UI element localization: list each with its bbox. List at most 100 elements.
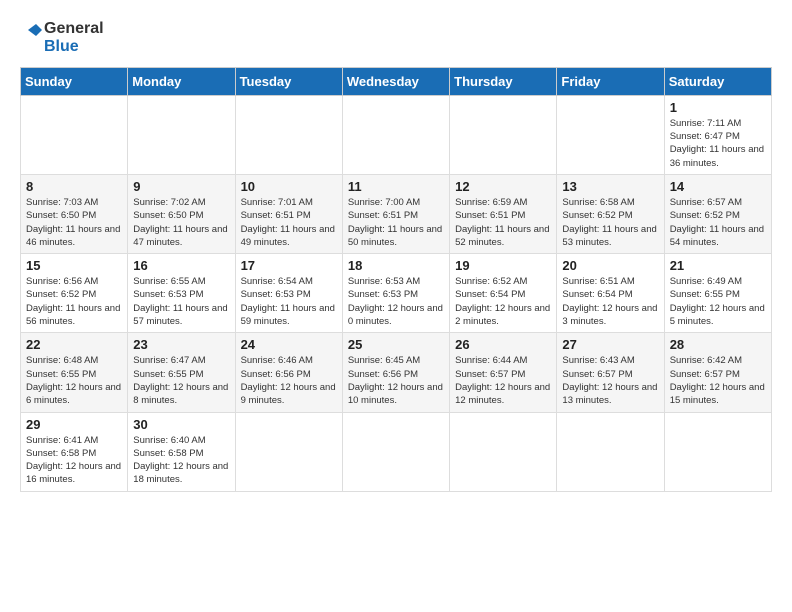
day-cell-27: 27 Sunrise: 6:43 AM Sunset: 6:57 PM Dayl… [557, 333, 664, 412]
day-cell-24: 24 Sunrise: 6:46 AM Sunset: 6:56 PM Dayl… [235, 333, 342, 412]
week-row-4: 22 Sunrise: 6:48 AM Sunset: 6:55 PM Dayl… [21, 333, 772, 412]
day-cell-13: 13 Sunrise: 6:58 AM Sunset: 6:52 PM Dayl… [557, 174, 664, 253]
empty-cell [342, 412, 449, 491]
day-info: Sunrise: 6:43 AM Sunset: 6:57 PM Dayligh… [562, 354, 658, 407]
day-cell-30: 30 Sunrise: 6:40 AM Sunset: 6:58 PM Dayl… [128, 412, 235, 491]
day-number: 23 [133, 337, 229, 352]
day-number: 21 [670, 258, 766, 273]
empty-cell [235, 412, 342, 491]
day-info: Sunrise: 6:46 AM Sunset: 6:56 PM Dayligh… [241, 354, 337, 407]
logo: General Blue [20, 20, 104, 57]
day-number: 13 [562, 179, 658, 194]
day-cell-10: 10 Sunrise: 7:01 AM Sunset: 6:51 PM Dayl… [235, 174, 342, 253]
calendar-header-row: SundayMondayTuesdayWednesdayThursdayFrid… [21, 67, 772, 95]
day-number: 1 [670, 100, 766, 115]
day-cell-12: 12 Sunrise: 6:59 AM Sunset: 6:51 PM Dayl… [450, 174, 557, 253]
day-info: Sunrise: 6:51 AM Sunset: 6:54 PM Dayligh… [562, 275, 658, 328]
day-header-saturday: Saturday [664, 67, 771, 95]
empty-cell [450, 412, 557, 491]
week-row-3: 15 Sunrise: 6:56 AM Sunset: 6:52 PM Dayl… [21, 254, 772, 333]
day-cell-28: 28 Sunrise: 6:42 AM Sunset: 6:57 PM Dayl… [664, 333, 771, 412]
day-number: 20 [562, 258, 658, 273]
day-info: Sunrise: 7:03 AM Sunset: 6:50 PM Dayligh… [26, 196, 122, 249]
day-number: 30 [133, 417, 229, 432]
day-header-friday: Friday [557, 67, 664, 95]
day-number: 9 [133, 179, 229, 194]
day-info: Sunrise: 7:00 AM Sunset: 6:51 PM Dayligh… [348, 196, 444, 249]
day-cell-26: 26 Sunrise: 6:44 AM Sunset: 6:57 PM Dayl… [450, 333, 557, 412]
day-header-wednesday: Wednesday [342, 67, 449, 95]
day-info: Sunrise: 6:55 AM Sunset: 6:53 PM Dayligh… [133, 275, 229, 328]
day-info: Sunrise: 6:49 AM Sunset: 6:55 PM Dayligh… [670, 275, 766, 328]
day-info: Sunrise: 6:44 AM Sunset: 6:57 PM Dayligh… [455, 354, 551, 407]
day-number: 16 [133, 258, 229, 273]
day-info: Sunrise: 6:59 AM Sunset: 6:51 PM Dayligh… [455, 196, 551, 249]
day-number: 14 [670, 179, 766, 194]
logo-bird-icon [20, 20, 42, 56]
week-row-2: 8 Sunrise: 7:03 AM Sunset: 6:50 PM Dayli… [21, 174, 772, 253]
day-cell-11: 11 Sunrise: 7:00 AM Sunset: 6:51 PM Dayl… [342, 174, 449, 253]
day-info: Sunrise: 6:57 AM Sunset: 6:52 PM Dayligh… [670, 196, 766, 249]
day-cell-9: 9 Sunrise: 7:02 AM Sunset: 6:50 PM Dayli… [128, 174, 235, 253]
day-cell-14: 14 Sunrise: 6:57 AM Sunset: 6:52 PM Dayl… [664, 174, 771, 253]
day-info: Sunrise: 6:53 AM Sunset: 6:53 PM Dayligh… [348, 275, 444, 328]
day-number: 15 [26, 258, 122, 273]
day-number: 29 [26, 417, 122, 432]
day-cell-16: 16 Sunrise: 6:55 AM Sunset: 6:53 PM Dayl… [128, 254, 235, 333]
week-row-5: 29 Sunrise: 6:41 AM Sunset: 6:58 PM Dayl… [21, 412, 772, 491]
day-cell-8: 8 Sunrise: 7:03 AM Sunset: 6:50 PM Dayli… [21, 174, 128, 253]
day-header-sunday: Sunday [21, 67, 128, 95]
empty-cell [21, 95, 128, 174]
day-cell-29: 29 Sunrise: 6:41 AM Sunset: 6:58 PM Dayl… [21, 412, 128, 491]
empty-cell [342, 95, 449, 174]
day-cell-22: 22 Sunrise: 6:48 AM Sunset: 6:55 PM Dayl… [21, 333, 128, 412]
day-info: Sunrise: 6:48 AM Sunset: 6:55 PM Dayligh… [26, 354, 122, 407]
day-cell-20: 20 Sunrise: 6:51 AM Sunset: 6:54 PM Dayl… [557, 254, 664, 333]
day-number: 17 [241, 258, 337, 273]
calendar-table: SundayMondayTuesdayWednesdayThursdayFrid… [20, 67, 772, 492]
day-number: 25 [348, 337, 444, 352]
logo-container: General Blue [20, 20, 104, 57]
day-number: 12 [455, 179, 551, 194]
empty-cell [235, 95, 342, 174]
day-info: Sunrise: 6:52 AM Sunset: 6:54 PM Dayligh… [455, 275, 551, 328]
day-cell-18: 18 Sunrise: 6:53 AM Sunset: 6:53 PM Dayl… [342, 254, 449, 333]
day-info: Sunrise: 6:40 AM Sunset: 6:58 PM Dayligh… [133, 434, 229, 487]
day-info: Sunrise: 6:41 AM Sunset: 6:58 PM Dayligh… [26, 434, 122, 487]
day-cell-23: 23 Sunrise: 6:47 AM Sunset: 6:55 PM Dayl… [128, 333, 235, 412]
day-cell-25: 25 Sunrise: 6:45 AM Sunset: 6:56 PM Dayl… [342, 333, 449, 412]
logo-blue: Blue [44, 38, 104, 56]
day-info: Sunrise: 6:47 AM Sunset: 6:55 PM Dayligh… [133, 354, 229, 407]
empty-cell [557, 412, 664, 491]
day-info: Sunrise: 6:56 AM Sunset: 6:52 PM Dayligh… [26, 275, 122, 328]
day-cell-1: 1 Sunrise: 7:11 AM Sunset: 6:47 PM Dayli… [664, 95, 771, 174]
day-info: Sunrise: 7:01 AM Sunset: 6:51 PM Dayligh… [241, 196, 337, 249]
day-info: Sunrise: 6:42 AM Sunset: 6:57 PM Dayligh… [670, 354, 766, 407]
day-number: 22 [26, 337, 122, 352]
day-cell-15: 15 Sunrise: 6:56 AM Sunset: 6:52 PM Dayl… [21, 254, 128, 333]
empty-cell [664, 412, 771, 491]
day-cell-21: 21 Sunrise: 6:49 AM Sunset: 6:55 PM Dayl… [664, 254, 771, 333]
day-number: 11 [348, 179, 444, 194]
empty-cell [450, 95, 557, 174]
day-number: 28 [670, 337, 766, 352]
day-header-monday: Monday [128, 67, 235, 95]
day-number: 10 [241, 179, 337, 194]
day-number: 8 [26, 179, 122, 194]
empty-cell [128, 95, 235, 174]
day-info: Sunrise: 6:54 AM Sunset: 6:53 PM Dayligh… [241, 275, 337, 328]
day-info: Sunrise: 7:11 AM Sunset: 6:47 PM Dayligh… [670, 117, 766, 170]
empty-cell [557, 95, 664, 174]
logo-text: General Blue [44, 20, 104, 57]
day-info: Sunrise: 6:45 AM Sunset: 6:56 PM Dayligh… [348, 354, 444, 407]
day-number: 19 [455, 258, 551, 273]
week-row-1: 1 Sunrise: 7:11 AM Sunset: 6:47 PM Dayli… [21, 95, 772, 174]
day-header-tuesday: Tuesday [235, 67, 342, 95]
logo-general: General [44, 20, 104, 38]
day-number: 26 [455, 337, 551, 352]
day-header-thursday: Thursday [450, 67, 557, 95]
day-info: Sunrise: 6:58 AM Sunset: 6:52 PM Dayligh… [562, 196, 658, 249]
day-number: 18 [348, 258, 444, 273]
day-info: Sunrise: 7:02 AM Sunset: 6:50 PM Dayligh… [133, 196, 229, 249]
day-cell-19: 19 Sunrise: 6:52 AM Sunset: 6:54 PM Dayl… [450, 254, 557, 333]
